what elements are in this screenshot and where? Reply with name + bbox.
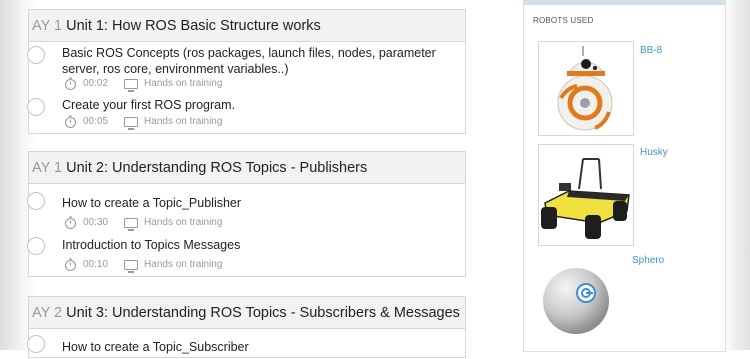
unit-header-2[interactable]: AY 1 Unit 2: Understanding ROS Topics - … [29, 152, 465, 184]
lesson-item[interactable]: How to create a Topic_Subscriber [27, 329, 465, 359]
unit-day-label: AY 1 [32, 17, 63, 34]
lesson-meta: 00:10 Hands on training [64, 258, 223, 273]
lesson-status-circle-icon[interactable] [27, 46, 45, 64]
robot-link-sphero[interactable]: Sphero [632, 255, 664, 266]
unit-card-3: AY 2 Unit 3: Understanding ROS Topics - … [27, 296, 466, 359]
stopwatch-icon [64, 258, 77, 271]
bb8-robot-icon [557, 46, 613, 131]
stopwatch-icon [64, 216, 77, 229]
lesson-status-circle-icon[interactable] [27, 98, 45, 116]
lesson-title[interactable]: Create your first ROS program. [62, 97, 457, 113]
unit-card-1: AY 1 Unit 1: How ROS Basic Structure wor… [27, 9, 466, 134]
lesson-duration: 00:05 [83, 116, 109, 127]
unit-title: Unit 3: Understanding ROS Topics - Subsc… [66, 304, 460, 321]
monitor-icon [124, 78, 139, 92]
lesson-meta: 00:05 Hands on training [64, 115, 223, 130]
sphero-robot-icon [543, 268, 609, 334]
monitor-icon [124, 116, 139, 130]
right-shadow [724, 0, 750, 350]
lesson-type: Hands on training [144, 116, 223, 127]
lesson-item[interactable]: Introduction to Topics Messages 00:10 Ha… [27, 233, 465, 275]
lesson-title[interactable]: Introduction to Topics Messages [62, 237, 457, 253]
lesson-duration: 00:10 [83, 259, 109, 270]
lesson-title[interactable]: How to create a Topic_Publisher [62, 195, 457, 211]
monitor-icon [124, 217, 139, 231]
lesson-item[interactable]: How to create a Topic_Publisher 00:30 Ha… [27, 188, 465, 233]
unit-header-1[interactable]: AY 1 Unit 1: How ROS Basic Structure wor… [29, 10, 465, 42]
lesson-type: Hands on training [144, 259, 223, 270]
unit-title: Unit 2: Understanding ROS Topics - Publi… [66, 159, 368, 176]
lesson-duration: 00:30 [83, 217, 109, 228]
lesson-title[interactable]: Basic ROS Concepts (ros packages, launch… [62, 45, 457, 77]
lesson-item[interactable]: Create your first ROS program. 00:05 Han… [27, 94, 465, 132]
panel-title: ROBOTS USED [533, 16, 594, 25]
unit-header-3[interactable]: AY 2 Unit 3: Understanding ROS Topics - … [29, 297, 465, 329]
stopwatch-icon [64, 77, 77, 90]
lesson-title[interactable]: How to create a Topic_Subscriber [62, 339, 457, 355]
monitor-icon [124, 259, 139, 273]
lesson-duration: 00:02 [83, 78, 109, 89]
unit-day-label: AY 2 [32, 304, 63, 321]
robot-image-sphero[interactable] [538, 257, 632, 351]
lesson-status-circle-icon[interactable] [27, 335, 45, 353]
unit-day-label: AY 1 [32, 159, 63, 176]
lesson-meta: 00:02 Hands on training [64, 77, 223, 92]
unit-title: Unit 1: How ROS Basic Structure works [66, 17, 321, 34]
lesson-type: Hands on training [144, 78, 223, 89]
robot-image-husky[interactable] [538, 144, 634, 246]
husky-robot-icon [541, 158, 630, 239]
lesson-item[interactable]: Basic ROS Concepts (ros packages, launch… [27, 42, 465, 94]
robot-link-bb8[interactable]: BB-8 [640, 45, 662, 56]
lesson-type: Hands on training [144, 217, 223, 228]
stopwatch-icon [64, 115, 77, 128]
robot-link-husky[interactable]: Husky [640, 147, 668, 158]
lesson-status-circle-icon[interactable] [27, 237, 45, 255]
lesson-status-circle-icon[interactable] [27, 192, 45, 210]
unit-card-2: AY 1 Unit 2: Understanding ROS Topics - … [27, 151, 466, 277]
lesson-meta: 00:30 Hands on training [64, 216, 223, 231]
robot-image-bb8[interactable] [538, 41, 634, 136]
panel-accent-bar [524, 1, 725, 5]
robots-used-panel: ROBOTS USED BB-8 Husky Sphero [523, 0, 726, 352]
